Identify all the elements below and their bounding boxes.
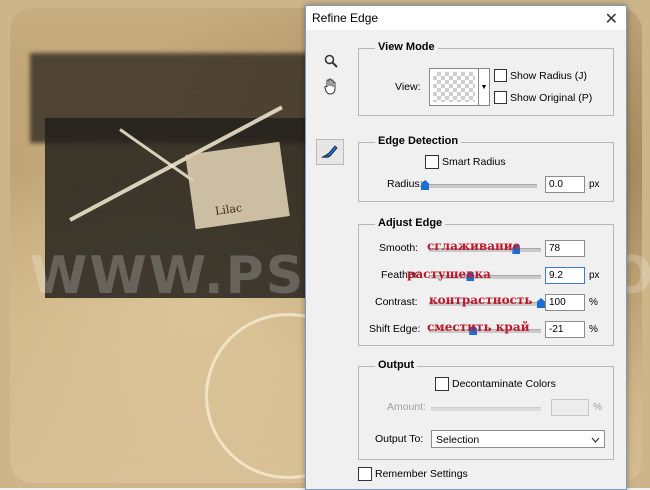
decontaminate-option[interactable]: Decontaminate Colors: [435, 377, 556, 391]
adjust-edge-title: Adjust Edge: [375, 217, 446, 229]
smooth-field[interactable]: 78: [545, 240, 585, 257]
close-icon[interactable]: ✕: [605, 9, 618, 29]
adjust-edge-group: Adjust Edge Smooth: сглаживание 78 Feath…: [358, 217, 614, 346]
refine-radius-brush-icon[interactable]: [316, 139, 344, 165]
remember-settings-label: Remember Settings: [375, 468, 468, 480]
smart-radius-checkbox[interactable]: [425, 155, 439, 169]
transparency-checkerboard: [433, 72, 475, 102]
view-thumbnail[interactable]: [429, 68, 479, 106]
output-to-select[interactable]: Selection: [431, 430, 605, 448]
show-radius-checkbox[interactable]: [494, 69, 507, 82]
amount-slider: [431, 407, 541, 411]
amount-field: [551, 399, 589, 416]
contrast-field[interactable]: 100: [545, 294, 585, 311]
show-original-option[interactable]: Show Original (P): [494, 91, 592, 104]
remember-settings-checkbox[interactable]: [358, 467, 372, 481]
smooth-annotation: сглаживание: [427, 239, 521, 253]
chevron-down-icon: [591, 431, 600, 449]
hand-icon[interactable]: [320, 76, 342, 98]
refine-edge-dialog: Refine Edge ✕ View Mode View: ▼ Show Rad…: [305, 5, 627, 490]
show-original-label: Show Original (P): [510, 91, 593, 104]
contrast-annotation: контрастность: [429, 293, 533, 307]
show-original-checkbox[interactable]: [494, 91, 507, 104]
amount-label: Amount:: [387, 401, 427, 413]
output-to-value: Selection: [436, 434, 480, 446]
bicycle-basket: [185, 141, 290, 230]
contrast-slider-thumb[interactable]: [537, 298, 545, 308]
edge-detection-title: Edge Detection: [375, 135, 462, 147]
smart-radius-label: Smart Radius: [442, 156, 506, 168]
view-mode-title: View Mode: [375, 41, 438, 53]
smooth-label: Smooth:: [379, 242, 419, 254]
decontaminate-label: Decontaminate Colors: [452, 378, 556, 390]
output-to-label: Output To:: [375, 433, 424, 445]
chevron-down-icon[interactable]: ▼: [478, 68, 490, 106]
radius-unit: px: [589, 179, 600, 190]
feather-unit: px: [589, 270, 600, 281]
feather-annotation: растушевка: [407, 267, 491, 281]
view-label: View:: [395, 81, 421, 93]
edge-detection-group: Edge Detection Smart Radius Radius: 0.0 …: [358, 135, 614, 202]
feather-field[interactable]: 9.2: [545, 267, 585, 284]
output-title: Output: [375, 359, 418, 371]
shift-edge-unit: %: [589, 324, 598, 335]
amount-unit: %: [593, 402, 602, 413]
shift-edge-label: Shift Edge:: [369, 323, 421, 335]
dialog-title: Refine Edge: [312, 11, 379, 25]
smart-radius-option[interactable]: Smart Radius: [425, 155, 506, 169]
radius-label: Radius:: [387, 178, 423, 190]
output-group: Output Decontaminate Colors Amount: % Ou…: [358, 359, 614, 460]
tool-column: [320, 50, 346, 102]
view-mode-group: View Mode View: ▼ Show Radius (J) Show O…: [358, 41, 614, 116]
remember-settings-option[interactable]: Remember Settings: [358, 467, 468, 481]
radius-slider[interactable]: [421, 180, 537, 190]
decontaminate-checkbox[interactable]: [435, 377, 449, 391]
radius-field[interactable]: 0.0: [545, 176, 585, 193]
show-radius-option[interactable]: Show Radius (J): [494, 69, 587, 82]
contrast-unit: %: [589, 297, 598, 308]
dialog-titlebar: Refine Edge ✕: [306, 6, 626, 30]
show-radius-label: Show Radius (J): [510, 69, 588, 82]
zoom-icon[interactable]: [320, 50, 342, 72]
shift-edge-annotation: сместить край: [427, 320, 530, 334]
shift-edge-field[interactable]: -21: [545, 321, 585, 338]
contrast-label: Contrast:: [375, 296, 418, 308]
